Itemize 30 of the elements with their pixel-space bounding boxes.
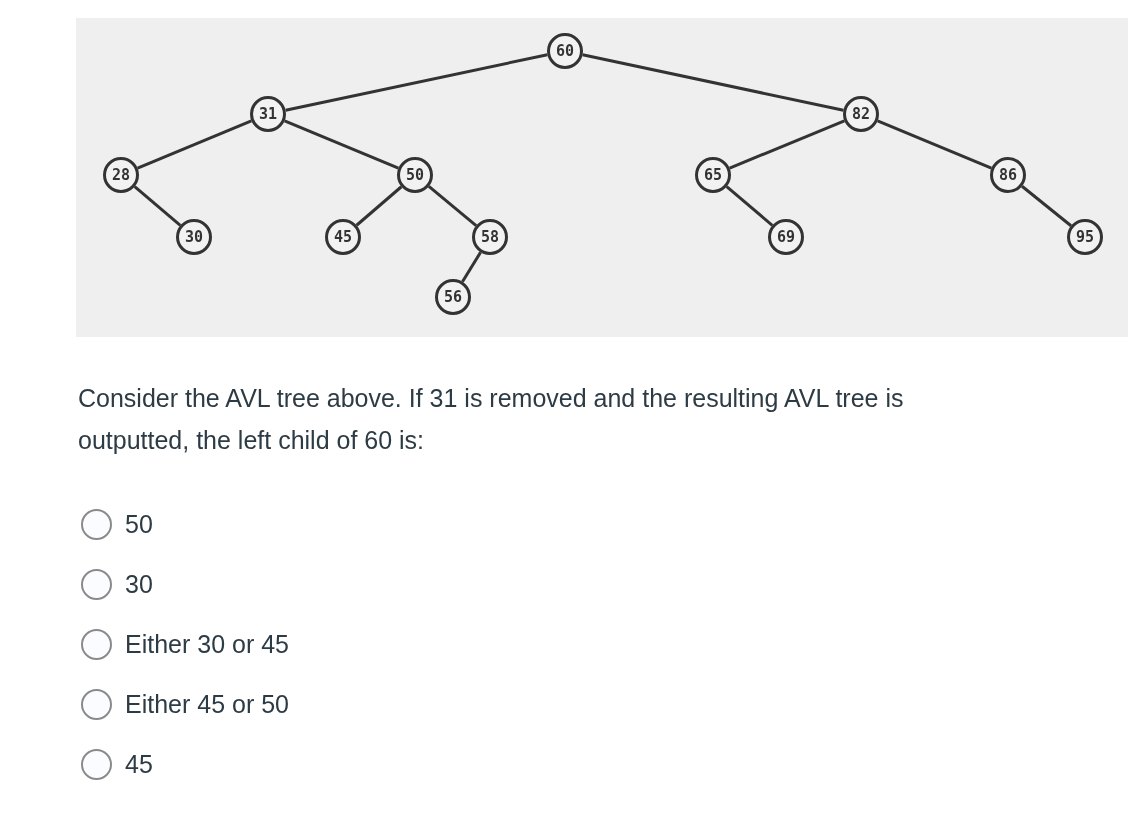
question-text: Consider the AVL tree above. If 31 is removed and the resulting AVL tree is outputted, the left child of 60 is: [78, 383, 905, 456]
radio-button[interactable] [81, 688, 112, 720]
tree-node: 82 [843, 96, 879, 132]
option-label: 30 [125, 569, 153, 600]
tree-node: 69 [768, 219, 804, 255]
tree-edge [461, 251, 482, 283]
radio-button[interactable] [81, 748, 112, 780]
tree-node: 58 [472, 219, 508, 255]
tree-node: 45 [325, 219, 361, 255]
tree-node: 31 [250, 96, 286, 132]
tree-node: 30 [176, 219, 212, 255]
tree-edge [133, 185, 182, 227]
option-label: Either 45 or 50 [125, 689, 289, 720]
tree-node: 95 [1067, 219, 1103, 255]
tree-edge [427, 185, 478, 227]
tree-edge [1021, 185, 1072, 227]
option-label: 50 [125, 509, 153, 540]
tree-node: 56 [435, 279, 471, 315]
tree-node: 65 [695, 157, 731, 193]
tree-edge [725, 185, 774, 227]
radio-button[interactable] [81, 508, 112, 540]
radio-button[interactable] [81, 628, 112, 660]
radio-button[interactable] [81, 568, 112, 600]
option-label: 45 [125, 749, 153, 780]
tree-node: 50 [397, 157, 433, 193]
tree-node: 86 [990, 157, 1026, 193]
tree-node: 28 [103, 157, 139, 193]
tree-edge [355, 185, 403, 227]
option-label: Either 30 or 45 [125, 629, 289, 660]
tree-node: 60 [547, 33, 583, 69]
